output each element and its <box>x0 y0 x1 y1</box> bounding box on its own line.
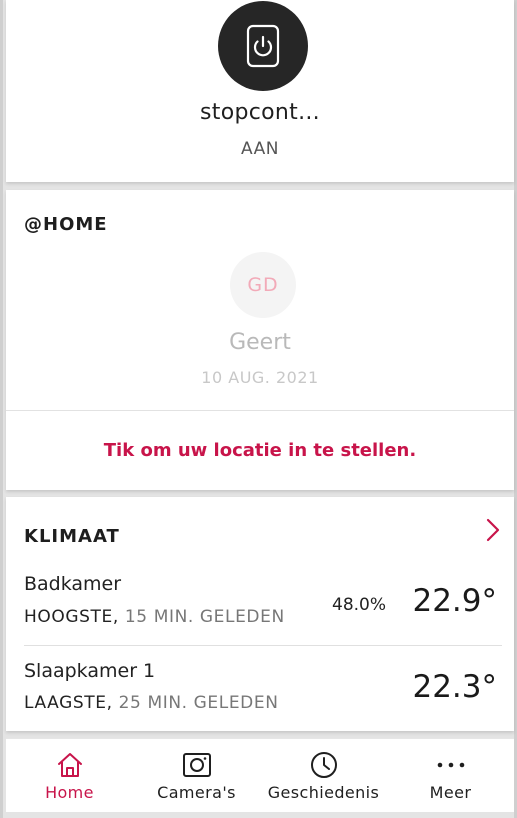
bottom-nav: Home Camera's Geschiedenis Meer <box>6 738 514 812</box>
room-name: Slaapkamer 1 <box>24 660 156 682</box>
room-reading-info: HOOGSTE, 15 MIN. GELEDEN <box>24 607 285 627</box>
divider <box>24 645 502 646</box>
user-name: Geert <box>229 330 291 355</box>
camera-icon <box>182 753 211 777</box>
room-time-ago: 25 MIN. GELEDEN <box>118 693 279 713</box>
room-temperature: 22.3° <box>412 669 497 705</box>
nav-label-more: Meer <box>429 783 472 802</box>
climate-section-title: KLIMAAT <box>24 526 120 547</box>
device-name: stopcont... <box>200 100 320 125</box>
climate-card[interactable]: KLIMAAT Badkamer HOOGSTE, 15 MIN. GELEDE… <box>6 497 514 731</box>
chevron-right-icon[interactable] <box>482 517 504 543</box>
nav-label-history: Geschiedenis <box>267 783 380 802</box>
room-temperature: 22.9° <box>412 583 497 619</box>
user-date: 10 AUG. 2021 <box>201 368 319 387</box>
nav-item-history[interactable]: Geschiedenis <box>260 739 387 813</box>
more-dots-icon <box>437 762 464 768</box>
set-location-link[interactable]: Tik om uw locatie in te stellen. <box>6 440 514 461</box>
nav-item-more[interactable]: Meer <box>387 739 514 813</box>
room-level: HOOGSTE, <box>24 607 119 627</box>
clock-icon <box>310 752 337 778</box>
home-card: @HOME GD Geert 10 AUG. 2021 Tik om uw lo… <box>6 190 514 490</box>
nav-label-cameras: Camera's <box>157 783 236 802</box>
home-section-title: @HOME <box>24 214 108 235</box>
room-time-ago: 15 MIN. GELEDEN <box>124 607 285 627</box>
device-card[interactable]: stopcont... AAN <box>6 0 514 182</box>
device-state: AAN <box>241 139 279 159</box>
room-humidity: 48.0% <box>332 595 387 615</box>
power-socket-icon <box>246 24 280 68</box>
avatar[interactable]: GD <box>230 252 296 318</box>
nav-label-home: Home <box>45 783 94 802</box>
app-frame: stopcont... AAN @HOME GD Geert 10 AUG. 2… <box>0 0 517 818</box>
device-toggle[interactable] <box>218 1 308 91</box>
nav-item-cameras[interactable]: Camera's <box>133 739 260 813</box>
home-icon <box>57 753 82 777</box>
nav-item-home[interactable]: Home <box>6 739 133 813</box>
room-name: Badkamer <box>24 573 122 595</box>
room-reading-info: LAAGSTE, 25 MIN. GELEDEN <box>24 693 279 713</box>
divider <box>6 410 514 411</box>
room-level: LAAGSTE, <box>24 693 113 713</box>
